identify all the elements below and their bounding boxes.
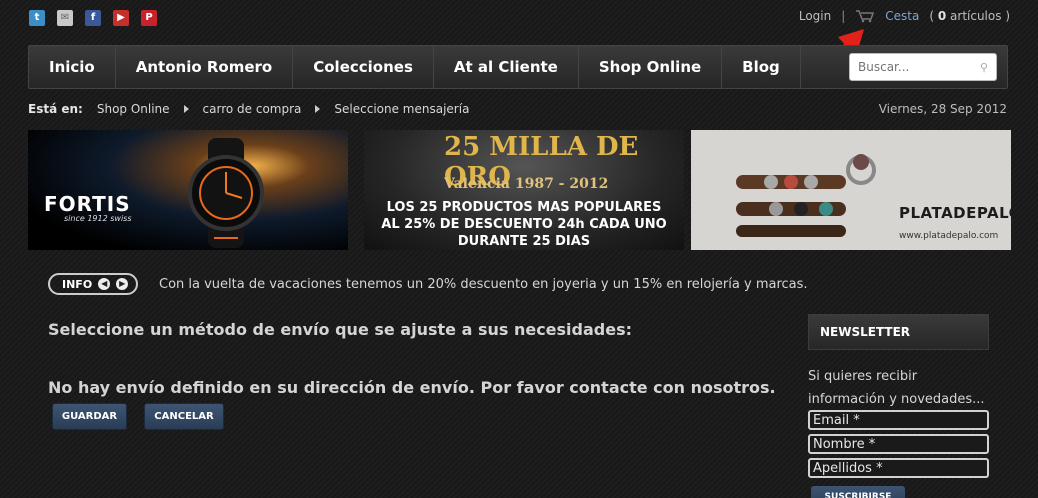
caret-right-icon — [315, 105, 321, 113]
banner-platadepalo[interactable]: PLATADEPALO www.platadepalo.com — [691, 130, 1011, 250]
newsletter-name-field[interactable]: Nombre * — [808, 434, 989, 454]
milla-line-2: AL 25% DE DESCUENTO 24h CADA UNO — [381, 217, 667, 232]
chevron-left-icon[interactable]: ◀ — [98, 278, 111, 290]
milla-city: Valencia 1987 - 2012 — [444, 176, 609, 192]
chevron-right-icon[interactable]: ▶ — [116, 278, 129, 290]
subscribe-button[interactable]: SUSCRIBIRSE — [811, 486, 905, 498]
cart-count-value: 0 — [937, 9, 947, 23]
nav-item-antonio-romero[interactable]: Antonio Romero — [116, 46, 294, 88]
newsletter-email-field[interactable]: Email * — [808, 410, 989, 430]
newsletter-surname-field[interactable]: Apellidos * — [808, 458, 989, 478]
search-icon[interactable]: ⚲ — [980, 61, 988, 74]
info-label: INFO — [62, 277, 93, 291]
breadcrumb: Está en: Shop Online carro de compra Sel… — [28, 102, 469, 116]
youtube-icon[interactable]: ▶ — [113, 10, 129, 26]
cart-link[interactable]: Cesta — [885, 9, 919, 23]
nav-item-colecciones[interactable]: Colecciones — [293, 46, 434, 88]
info-badge: INFO ◀ ▶ — [48, 273, 138, 295]
search-box: ⚲ — [849, 53, 997, 81]
nav-item-inicio[interactable]: Inicio — [29, 46, 116, 88]
facebook-icon[interactable]: f — [85, 10, 101, 26]
current-date: Viernes, 28 Sep 2012 — [878, 102, 1007, 116]
shipping-error-message: No hay envío definido en su dirección de… — [48, 378, 776, 397]
twitter-icon[interactable]: t — [29, 10, 45, 26]
milla-line-1: LOS 25 PRODUCTOS MAS POPULARES — [386, 200, 662, 215]
cart-icon[interactable] — [855, 9, 875, 23]
breadcrumb-item-shop-online[interactable]: Shop Online — [97, 102, 170, 116]
caret-right-icon — [183, 105, 189, 113]
newsletter-title: NEWSLETTER — [808, 314, 989, 350]
banner-milla-de-oro[interactable]: 25 MILLA DE ORO Valencia 1987 - 2012 LOS… — [364, 130, 684, 250]
newsletter-description: Si quieres recibir información y novedad… — [808, 369, 985, 407]
separator: | — [841, 9, 846, 23]
breadcrumb-item-cart[interactable]: carro de compra — [203, 102, 302, 116]
info-message: Con la vuelta de vacaciones tenemos un 2… — [159, 277, 808, 292]
milla-line-3: DURANTE 25 DIAS — [457, 234, 591, 249]
save-button[interactable]: GUARDAR — [52, 403, 127, 430]
search-input[interactable] — [858, 60, 968, 74]
account-links: Login | Cesta ( 0 artículos ) — [799, 9, 1010, 23]
nav-item-atencion-cliente[interactable]: At al Cliente — [434, 46, 579, 88]
breadcrumb-label: Está en: — [28, 102, 83, 116]
platadepalo-url: www.platadepalo.com — [899, 231, 999, 241]
login-link[interactable]: Login — [799, 9, 831, 23]
main-nav: Inicio Antonio Romero Colecciones At al … — [28, 45, 1008, 89]
bracelets-image-icon — [736, 154, 876, 237]
mail-icon[interactable]: ✉ — [57, 10, 73, 26]
fortis-tagline: since 1912 swiss — [64, 214, 132, 223]
fortis-brand: FORTIS — [44, 192, 131, 216]
shipping-heading: Seleccione un método de envío que se aju… — [48, 320, 633, 339]
cancel-button[interactable]: CANCELAR — [144, 403, 224, 430]
breadcrumb-item-current: Seleccione mensajería — [334, 102, 470, 116]
social-icons: t ✉ f ▶ P — [29, 10, 157, 26]
nav-item-shop-online[interactable]: Shop Online — [579, 46, 723, 88]
cart-count: ( 0 artículos ) — [929, 9, 1010, 23]
cart-count-label: artículos — [950, 9, 1002, 23]
platadepalo-brand: PLATADEPALO — [899, 204, 1011, 222]
pinterest-icon[interactable]: P — [141, 10, 157, 26]
banner-fortis[interactable]: FORTIS since 1912 swiss — [28, 130, 348, 250]
watch-image-icon — [188, 138, 264, 248]
nav-item-blog[interactable]: Blog — [722, 46, 801, 88]
